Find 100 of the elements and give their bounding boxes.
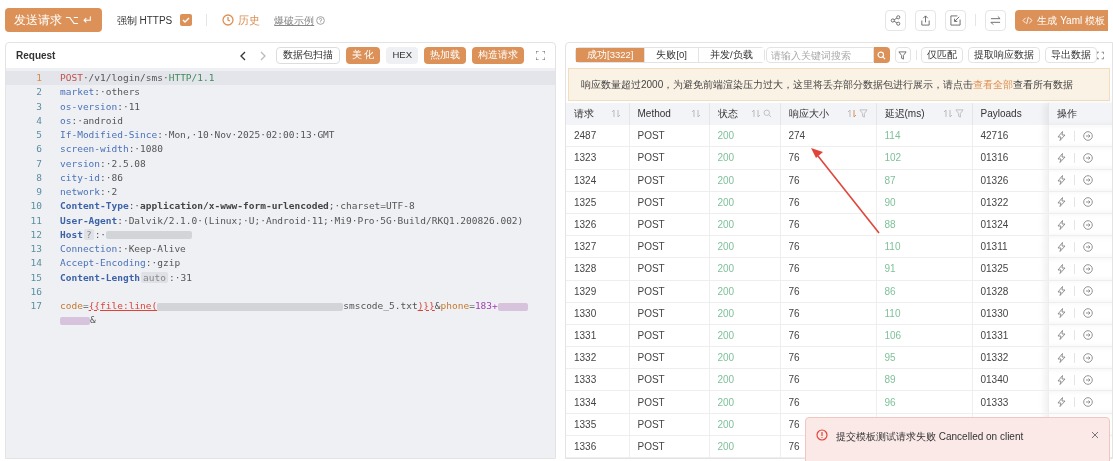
lightning-icon[interactable] xyxy=(1056,308,1066,319)
code-token: ? xyxy=(83,228,94,240)
table-cell: 01340 xyxy=(980,374,1009,386)
example-link[interactable]: 爆破示例 xyxy=(274,12,315,28)
toast-message: 提交模板测试请求失败 Cancelled on client xyxy=(836,430,1024,444)
toolbar-button[interactable]: 构造请求 xyxy=(472,47,524,64)
table-cell: 95 xyxy=(884,352,896,364)
search-icon[interactable] xyxy=(762,109,772,119)
import-button[interactable] xyxy=(945,9,967,31)
export-button[interactable] xyxy=(915,9,937,31)
toolbar-button[interactable]: 数据包扫描 xyxy=(275,47,340,64)
line-number: 5 xyxy=(35,128,42,142)
table-cell: POST xyxy=(637,219,665,231)
code-token: phone xyxy=(440,300,470,311)
arrow-circle-icon[interactable] xyxy=(1082,286,1093,297)
toolbar-button[interactable]: 美 化 xyxy=(345,47,381,64)
sort-icon[interactable] xyxy=(750,109,761,119)
lightning-icon[interactable] xyxy=(1056,330,1066,341)
https-checkbox[interactable] xyxy=(180,14,193,26)
code-token: :·2.5.08 xyxy=(100,157,146,169)
table-cell: POST xyxy=(637,241,665,253)
toolbar-button[interactable]: 仅匹配 xyxy=(921,47,964,64)
table-cell: 200 xyxy=(717,396,735,408)
https-label: 强制 HTTPS xyxy=(116,13,173,28)
lightning-icon[interactable] xyxy=(1056,352,1066,363)
result-tab[interactable]: 成功[3322] xyxy=(576,48,645,63)
filter-button[interactable] xyxy=(894,47,911,64)
column-header: 操作 xyxy=(1056,107,1077,122)
lightning-icon[interactable] xyxy=(1056,197,1066,208)
table-cell: POST xyxy=(637,196,665,208)
table-cell: 76 xyxy=(788,307,800,319)
lightning-icon[interactable] xyxy=(1056,286,1066,297)
table-cell: 114 xyxy=(884,130,901,142)
filter-icon[interactable] xyxy=(954,109,964,119)
arrow-circle-icon[interactable] xyxy=(1082,263,1093,274)
table-cell: 01331 xyxy=(980,329,1009,341)
sort-icon[interactable] xyxy=(942,109,953,119)
table-cell: POST xyxy=(637,418,665,430)
lightning-icon[interactable] xyxy=(1056,130,1066,141)
sort-icon[interactable] xyxy=(690,109,701,119)
share-button[interactable] xyxy=(885,9,907,31)
table-cell: 86 xyxy=(884,285,896,297)
arrow-circle-icon[interactable] xyxy=(1082,352,1093,363)
toolbar-button[interactable]: HEX xyxy=(386,47,418,64)
table-cell: 89 xyxy=(884,374,896,386)
arrow-circle-icon[interactable] xyxy=(1082,374,1093,385)
sort-icon[interactable] xyxy=(610,109,621,119)
sort-icon[interactable] xyxy=(846,109,857,119)
code-token: smscode_5.txt xyxy=(343,300,418,311)
table-cell: 87 xyxy=(884,174,896,186)
toolbar-button[interactable]: 热加载 xyxy=(424,47,466,64)
table-cell: 76 xyxy=(788,396,800,408)
table-cell: 76 xyxy=(788,440,800,452)
back-icon[interactable] xyxy=(238,50,247,61)
table-cell: 1331 xyxy=(574,329,597,341)
lightning-icon[interactable] xyxy=(1056,241,1066,252)
table-cell: POST xyxy=(637,174,665,186)
arrow-circle-icon[interactable] xyxy=(1082,308,1093,319)
fullscreen-icon[interactable] xyxy=(536,51,545,60)
table-cell: 274 xyxy=(788,130,806,142)
arrow-circle-icon[interactable] xyxy=(1082,241,1093,252)
table-cell: 01332 xyxy=(980,352,1009,364)
send-button[interactable]: 发送请求 ⌥ ↵ xyxy=(5,8,102,32)
toolbar-button[interactable]: 导出数据 xyxy=(1045,47,1098,64)
lightning-icon[interactable] xyxy=(1056,374,1066,385)
arrow-circle-icon[interactable] xyxy=(1082,130,1093,141)
close-icon[interactable] xyxy=(1091,431,1099,439)
arrow-circle-icon[interactable] xyxy=(1082,219,1093,230)
table-cell: 88 xyxy=(884,219,896,231)
search-field[interactable]: 请输入关键词搜索 xyxy=(765,47,874,64)
lightning-icon[interactable] xyxy=(1056,175,1066,186)
forward-icon[interactable] xyxy=(258,50,267,61)
lightning-icon[interactable] xyxy=(1056,397,1066,408)
arrow-circle-icon[interactable] xyxy=(1082,397,1093,408)
table-cell: POST xyxy=(637,130,665,142)
arrow-circle-icon[interactable] xyxy=(1082,175,1093,186)
arrow-circle-icon[interactable] xyxy=(1082,152,1093,163)
filter-icon[interactable] xyxy=(858,109,868,119)
code-token: :·2 xyxy=(100,186,118,197)
arrow-circle-icon[interactable] xyxy=(1082,197,1093,208)
fullscreen-icon[interactable] xyxy=(1097,50,1104,60)
generate-yaml-button[interactable]: 生成 Yaml 模板 xyxy=(1015,9,1108,31)
view-all-link[interactable]: 查看全部 xyxy=(973,76,1014,92)
history-link[interactable]: 历史 xyxy=(238,11,261,29)
arrow-circle-icon[interactable] xyxy=(1082,330,1093,341)
code-token: :·86 xyxy=(100,171,123,183)
table-cell: 01326 xyxy=(980,174,1009,186)
lightning-icon[interactable] xyxy=(1056,219,1066,230)
column-header: 响应大小 xyxy=(788,107,829,122)
table-cell: 110 xyxy=(884,307,901,319)
table-cell: 76 xyxy=(788,374,800,386)
swap-button[interactable] xyxy=(985,9,1007,31)
table-cell: 76 xyxy=(788,263,800,275)
toolbar-button[interactable]: 提取响应数据 xyxy=(968,47,1041,64)
lightning-icon[interactable] xyxy=(1056,263,1066,274)
lightning-icon[interactable] xyxy=(1056,152,1066,163)
table-cell: 1325 xyxy=(574,196,597,208)
result-tab[interactable]: 并发/负载 xyxy=(698,48,764,63)
code-token: = xyxy=(82,300,89,311)
table-cell: 01330 xyxy=(980,307,1009,319)
